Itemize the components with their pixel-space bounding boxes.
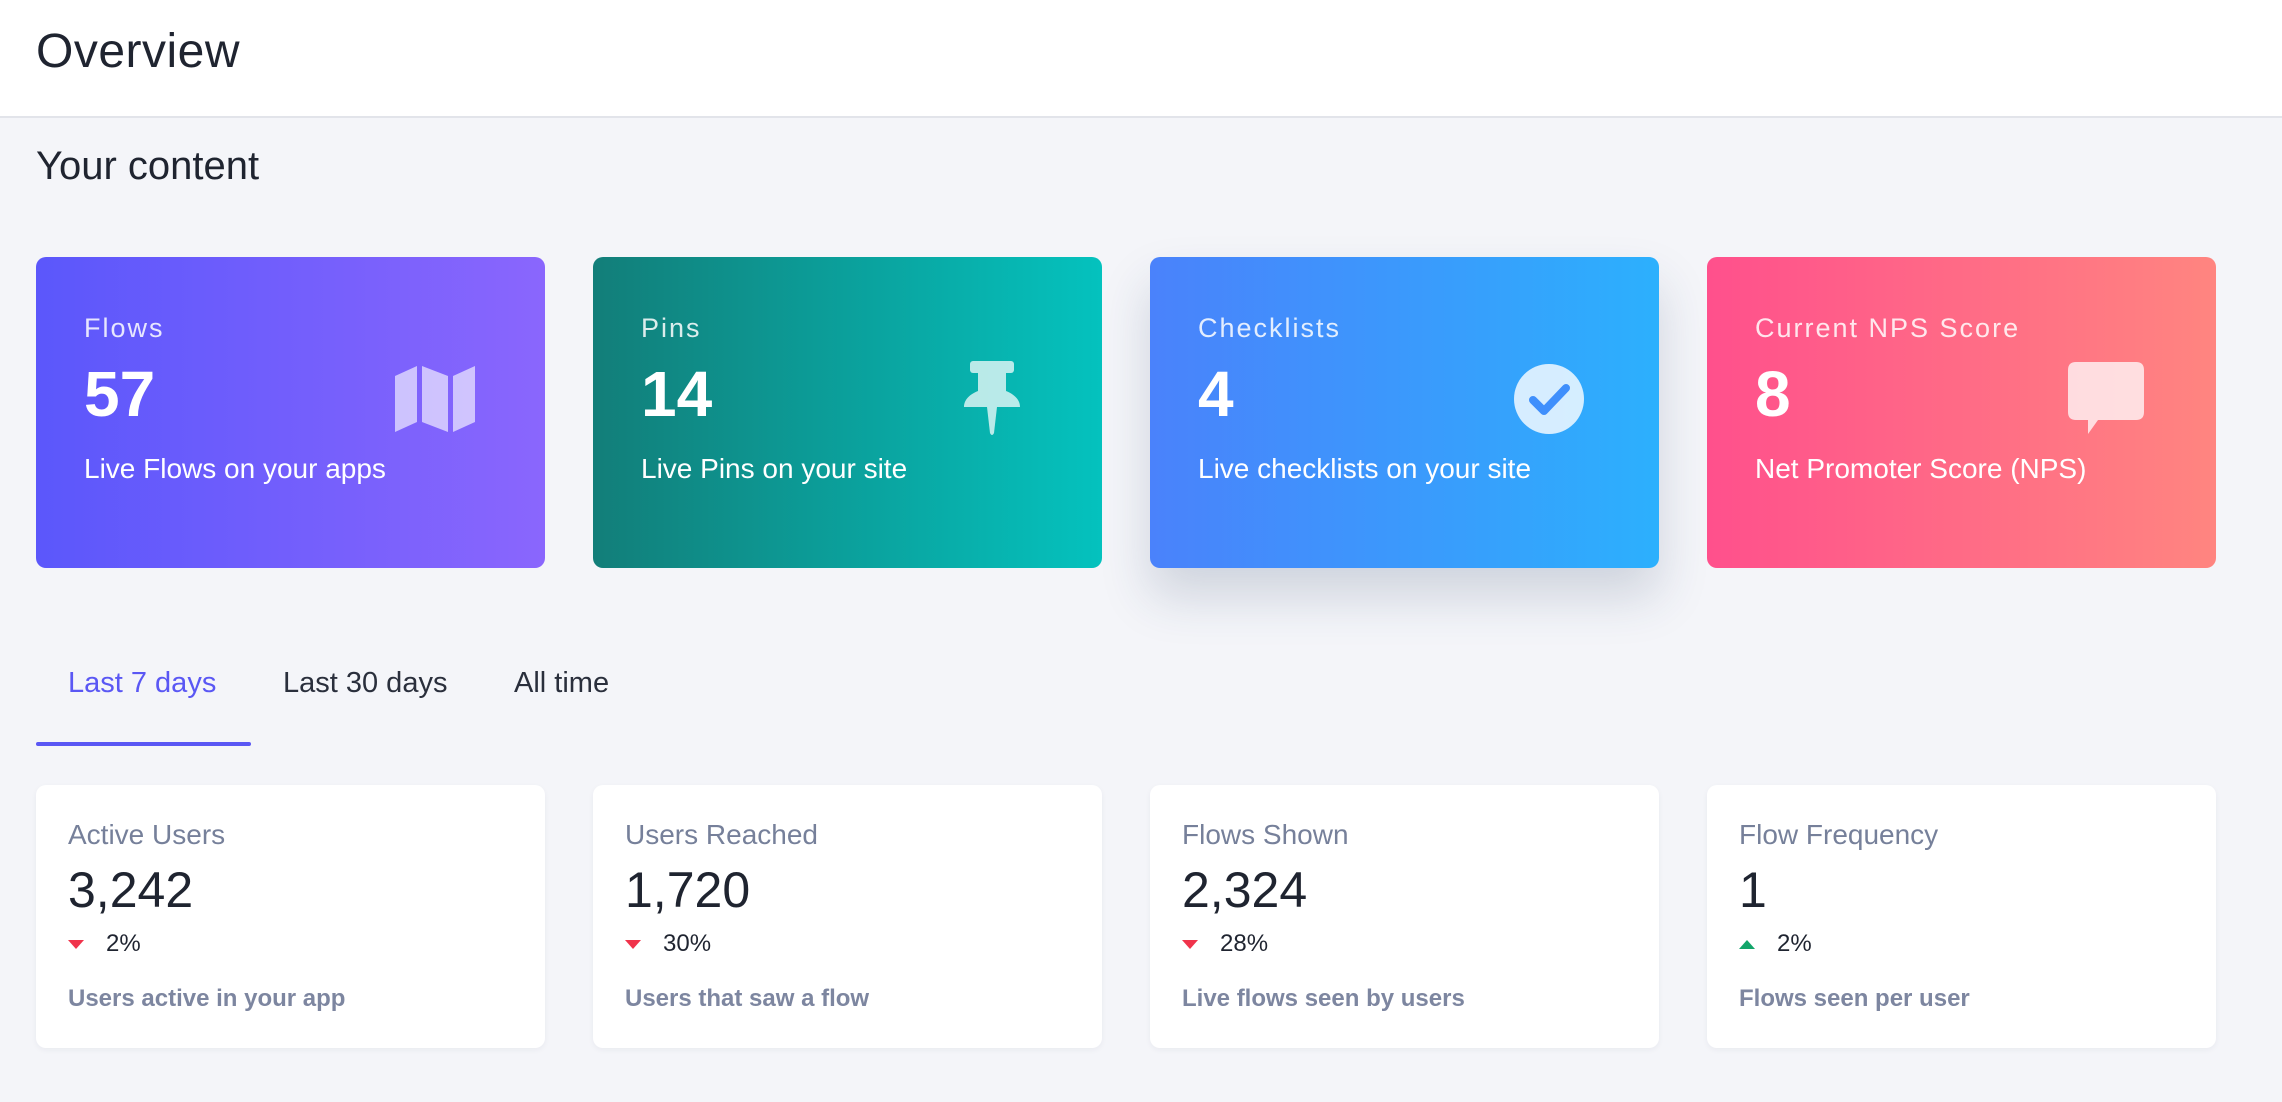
stat-description: Users that saw a flow <box>625 985 870 1012</box>
stat-change: 28% <box>1220 930 1269 957</box>
stat-value: 1 <box>1739 862 1767 918</box>
nps-card-description: Net Promoter Score (NPS) <box>1755 453 2087 484</box>
stat-label: Users Reached <box>625 819 818 850</box>
stat-description: Flows seen per user <box>1739 985 1970 1012</box>
pins-card-value: 14 <box>641 358 713 430</box>
trend-down-icon <box>625 939 641 949</box>
stat-trend: 30% <box>625 927 711 961</box>
stat-value: 2,324 <box>1182 862 1308 918</box>
checklists-card[interactable]: Checklists 4 Live checklists on your sit… <box>1150 257 1659 568</box>
speech-bubble-icon <box>2064 357 2148 441</box>
stat-label: Flows Shown <box>1182 819 1349 850</box>
stat-label: Flow Frequency <box>1739 819 1939 850</box>
stat-description: Live flows seen by users <box>1182 985 1465 1012</box>
flows-card-value: 57 <box>84 358 156 430</box>
stat-value: 3,242 <box>68 862 194 918</box>
pins-card-description: Live Pins on your site <box>641 453 908 484</box>
trend-down-icon <box>1182 939 1198 949</box>
nps-card[interactable]: Current NPS Score 8 Net Promoter Score (… <box>1707 257 2216 568</box>
checklists-card-label: Checklists <box>1198 313 1342 343</box>
stat-change: 2% <box>106 930 141 957</box>
section-title: Your content <box>36 144 260 188</box>
pushpin-icon <box>950 357 1034 441</box>
pins-card[interactable]: Pins 14 Live Pins on your site <box>593 257 1102 568</box>
trend-down-icon <box>68 939 84 949</box>
flows-card-description: Live Flows on your apps <box>84 453 386 484</box>
users-reached-card: Users Reached 1,720 30% Users that saw a… <box>593 785 1102 1048</box>
stat-trend: 2% <box>68 927 141 961</box>
check-circle-icon <box>1507 357 1591 441</box>
tab-last-7-days[interactable]: Last 7 days <box>68 640 216 748</box>
stat-trend: 28% <box>1182 927 1268 961</box>
flows-card[interactable]: Flows 57 Live Flows on your apps <box>36 257 545 568</box>
stat-description: Users active in your app <box>68 985 346 1012</box>
stat-change: 30% <box>663 930 712 957</box>
active-tab-indicator <box>36 742 251 746</box>
tab-last-30-days[interactable]: Last 30 days <box>283 640 447 748</box>
checklists-card-description: Live checklists on your site <box>1198 453 1532 484</box>
flows-shown-card: Flows Shown 2,324 28% Live flows seen by… <box>1150 785 1659 1048</box>
nps-card-value: 8 <box>1755 358 1791 430</box>
flow-frequency-card: Flow Frequency 1 2% Flows seen per user <box>1707 785 2216 1048</box>
nps-card-label: Current NPS Score <box>1755 313 2021 343</box>
pins-card-label: Pins <box>641 313 702 343</box>
active-users-card: Active Users 3,242 2% Users active in yo… <box>36 785 545 1048</box>
page-header: Overview <box>0 0 2282 118</box>
page-title: Overview <box>36 25 241 78</box>
trend-up-icon <box>1739 939 1755 949</box>
tab-all-time[interactable]: All time <box>514 640 609 748</box>
checklists-card-value: 4 <box>1198 358 1234 430</box>
stat-change: 2% <box>1777 930 1812 957</box>
map-icon <box>393 357 477 441</box>
flows-card-label: Flows <box>84 313 165 343</box>
stat-value: 1,720 <box>625 862 751 918</box>
stat-label: Active Users <box>68 819 226 850</box>
stat-trend: 2% <box>1739 927 1812 961</box>
